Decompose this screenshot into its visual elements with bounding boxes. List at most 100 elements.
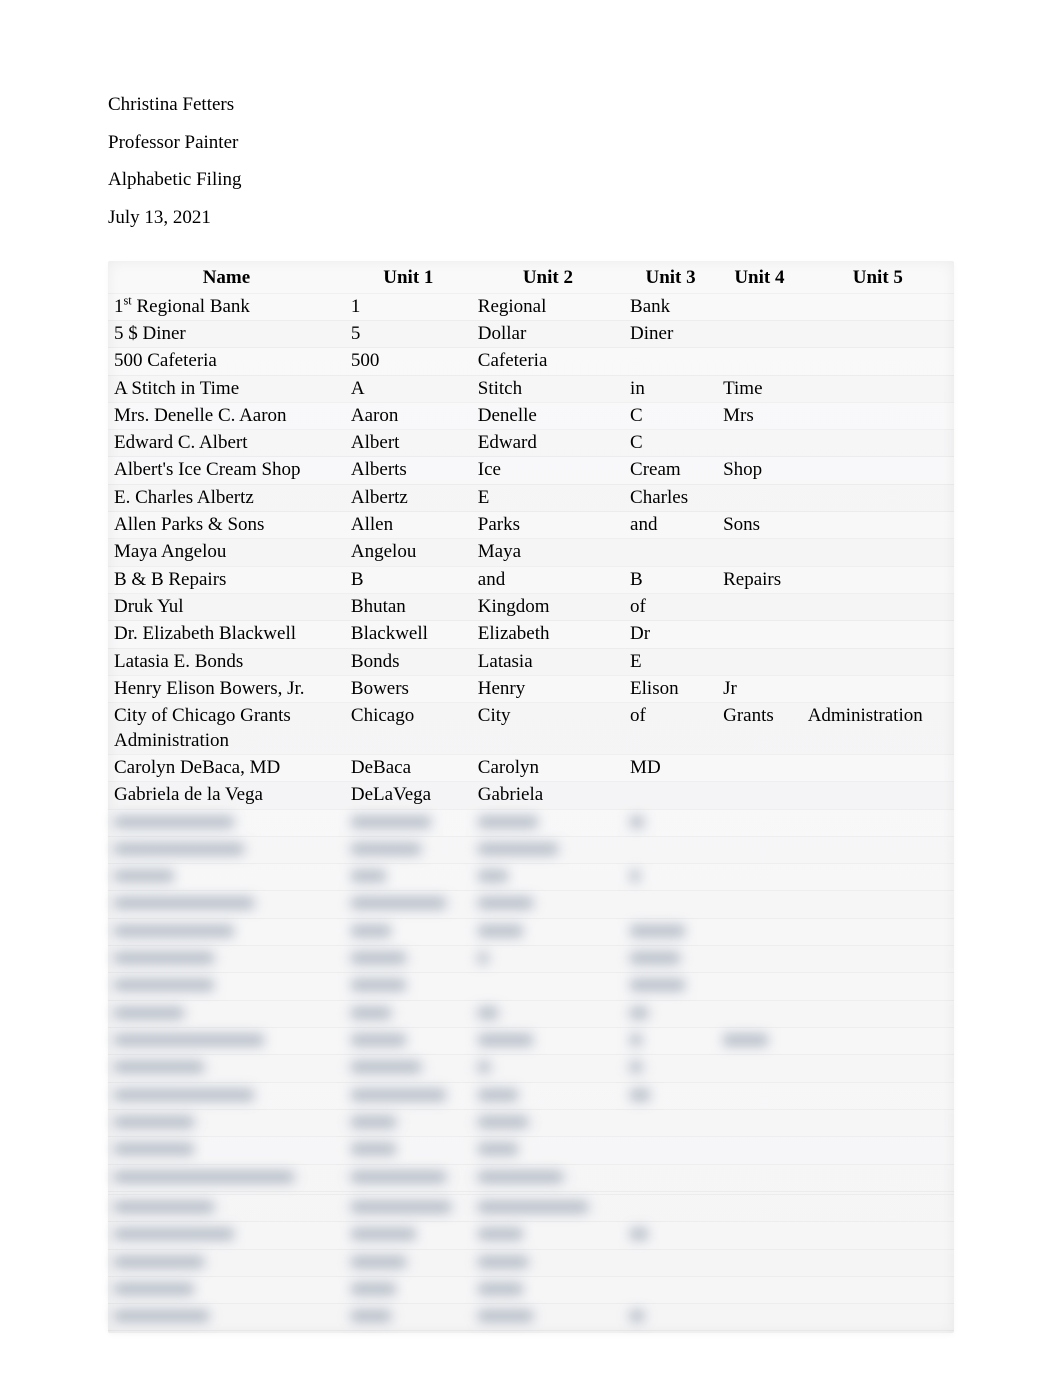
cell-unit1: Angelou — [345, 539, 472, 566]
cell-blurred — [345, 891, 472, 918]
cell-blurred — [472, 891, 624, 918]
cell-blurred — [624, 1222, 717, 1249]
cell-unit4 — [717, 648, 802, 675]
table-row-blurred — [108, 918, 954, 945]
cell-blurred — [717, 1222, 802, 1249]
cell-blurred — [624, 1194, 717, 1221]
cell-unit2: and — [472, 566, 624, 593]
cell-blurred — [802, 1249, 954, 1276]
cell-blurred — [717, 1191, 802, 1194]
cell-unit1: Albert — [345, 430, 472, 457]
cell-blurred — [624, 891, 717, 918]
table-row: Mrs. Denelle C. AaronAaronDenelleCMrs — [108, 402, 954, 429]
cell-unit5 — [802, 594, 954, 621]
cell-unit3 — [624, 782, 717, 809]
cell-unit5: Administration — [802, 703, 954, 755]
cell-unit1: Allen — [345, 512, 472, 539]
cell-unit4 — [717, 594, 802, 621]
filing-table-container: Name Unit 1 Unit 2 Unit 3 Unit 4 Unit 5 … — [108, 261, 954, 1334]
cell-unit3: E — [624, 648, 717, 675]
cell-blurred — [802, 1109, 954, 1136]
table-row: Latasia E. BondsBondsLatasiaE — [108, 648, 954, 675]
cell-name: Henry Elison Bowers, Jr. — [108, 675, 345, 702]
cell-unit2: Ice — [472, 457, 624, 484]
cell-blurred — [717, 946, 802, 973]
cell-blurred — [717, 1276, 802, 1303]
cell-unit5 — [802, 512, 954, 539]
cell-blurred — [472, 836, 624, 863]
cell-blurred — [472, 1191, 624, 1194]
cell-unit3: B — [624, 566, 717, 593]
col-unit4: Unit 4 — [717, 263, 802, 294]
cell-name: Maya Angelou — [108, 539, 345, 566]
document-page: Christina Fetters Professor Painter Alph… — [0, 0, 1062, 1393]
cell-unit3: of — [624, 703, 717, 755]
cell-unit2: Parks — [472, 512, 624, 539]
cell-blurred — [108, 1082, 345, 1109]
cell-blurred — [472, 1028, 624, 1055]
cell-blurred — [472, 1249, 624, 1276]
cell-name: Allen Parks & Sons — [108, 512, 345, 539]
cell-blurred — [345, 1055, 472, 1082]
table-row-blurred — [108, 1137, 954, 1164]
table-row-blurred — [108, 1304, 954, 1331]
table-row: 1st Regional Bank1RegionalBank — [108, 293, 954, 320]
table-row: A Stitch in TimeAStitchinTime — [108, 375, 954, 402]
cell-blurred — [472, 1304, 624, 1331]
cell-blurred — [624, 1164, 717, 1191]
cell-unit2: Denelle — [472, 402, 624, 429]
cell-name: Dr. Elizabeth Blackwell — [108, 621, 345, 648]
cell-unit1: Bonds — [345, 648, 472, 675]
cell-blurred — [717, 1194, 802, 1221]
cell-unit5 — [802, 348, 954, 375]
col-unit3: Unit 3 — [624, 263, 717, 294]
table-row-blurred — [108, 973, 954, 1000]
cell-blurred — [624, 1000, 717, 1027]
cell-blurred — [345, 1109, 472, 1136]
cell-blurred — [624, 1191, 717, 1194]
cell-blurred — [472, 1222, 624, 1249]
cell-unit1: B — [345, 566, 472, 593]
cell-blurred — [802, 1028, 954, 1055]
cell-blurred — [345, 973, 472, 1000]
cell-unit1: Blackwell — [345, 621, 472, 648]
cell-blurred — [624, 1109, 717, 1136]
cell-blurred — [108, 1222, 345, 1249]
cell-blurred — [472, 864, 624, 891]
cell-unit4 — [717, 348, 802, 375]
student-name: Christina Fetters — [108, 92, 954, 118]
table-row-blurred — [108, 1194, 954, 1221]
table-row: Maya AngelouAngelouMaya — [108, 539, 954, 566]
cell-unit1: Chicago — [345, 703, 472, 755]
cell-blurred — [624, 946, 717, 973]
cell-blurred — [624, 1304, 717, 1331]
assignment-date: July 13, 2021 — [108, 205, 954, 231]
cell-blurred — [802, 1082, 954, 1109]
table-row: City of Chicago Grants AdministrationChi… — [108, 703, 954, 755]
cell-name: Carolyn DeBaca, MD — [108, 754, 345, 781]
cell-unit3: MD — [624, 754, 717, 781]
table-header-row: Name Unit 1 Unit 2 Unit 3 Unit 4 Unit 5 — [108, 263, 954, 294]
cell-blurred — [717, 1109, 802, 1136]
cell-blurred — [345, 1191, 472, 1194]
cell-name: 500 Cafeteria — [108, 348, 345, 375]
cell-blurred — [108, 1249, 345, 1276]
cell-unit1: Bowers — [345, 675, 472, 702]
cell-blurred — [345, 1222, 472, 1249]
cell-unit1: Albertz — [345, 484, 472, 511]
cell-blurred — [472, 1109, 624, 1136]
cell-unit1: 1 — [345, 293, 472, 320]
cell-unit2: Maya — [472, 539, 624, 566]
cell-blurred — [624, 1249, 717, 1276]
cell-unit4 — [717, 484, 802, 511]
table-row-blurred — [108, 1276, 954, 1303]
cell-name: 1st Regional Bank — [108, 293, 345, 320]
table-row: B & B RepairsBandBRepairs — [108, 566, 954, 593]
cell-blurred — [108, 1194, 345, 1221]
cell-blurred — [345, 836, 472, 863]
cell-unit4 — [717, 782, 802, 809]
cell-unit1: Bhutan — [345, 594, 472, 621]
cell-blurred — [717, 1000, 802, 1027]
cell-unit2: Stitch — [472, 375, 624, 402]
cell-unit5 — [802, 621, 954, 648]
